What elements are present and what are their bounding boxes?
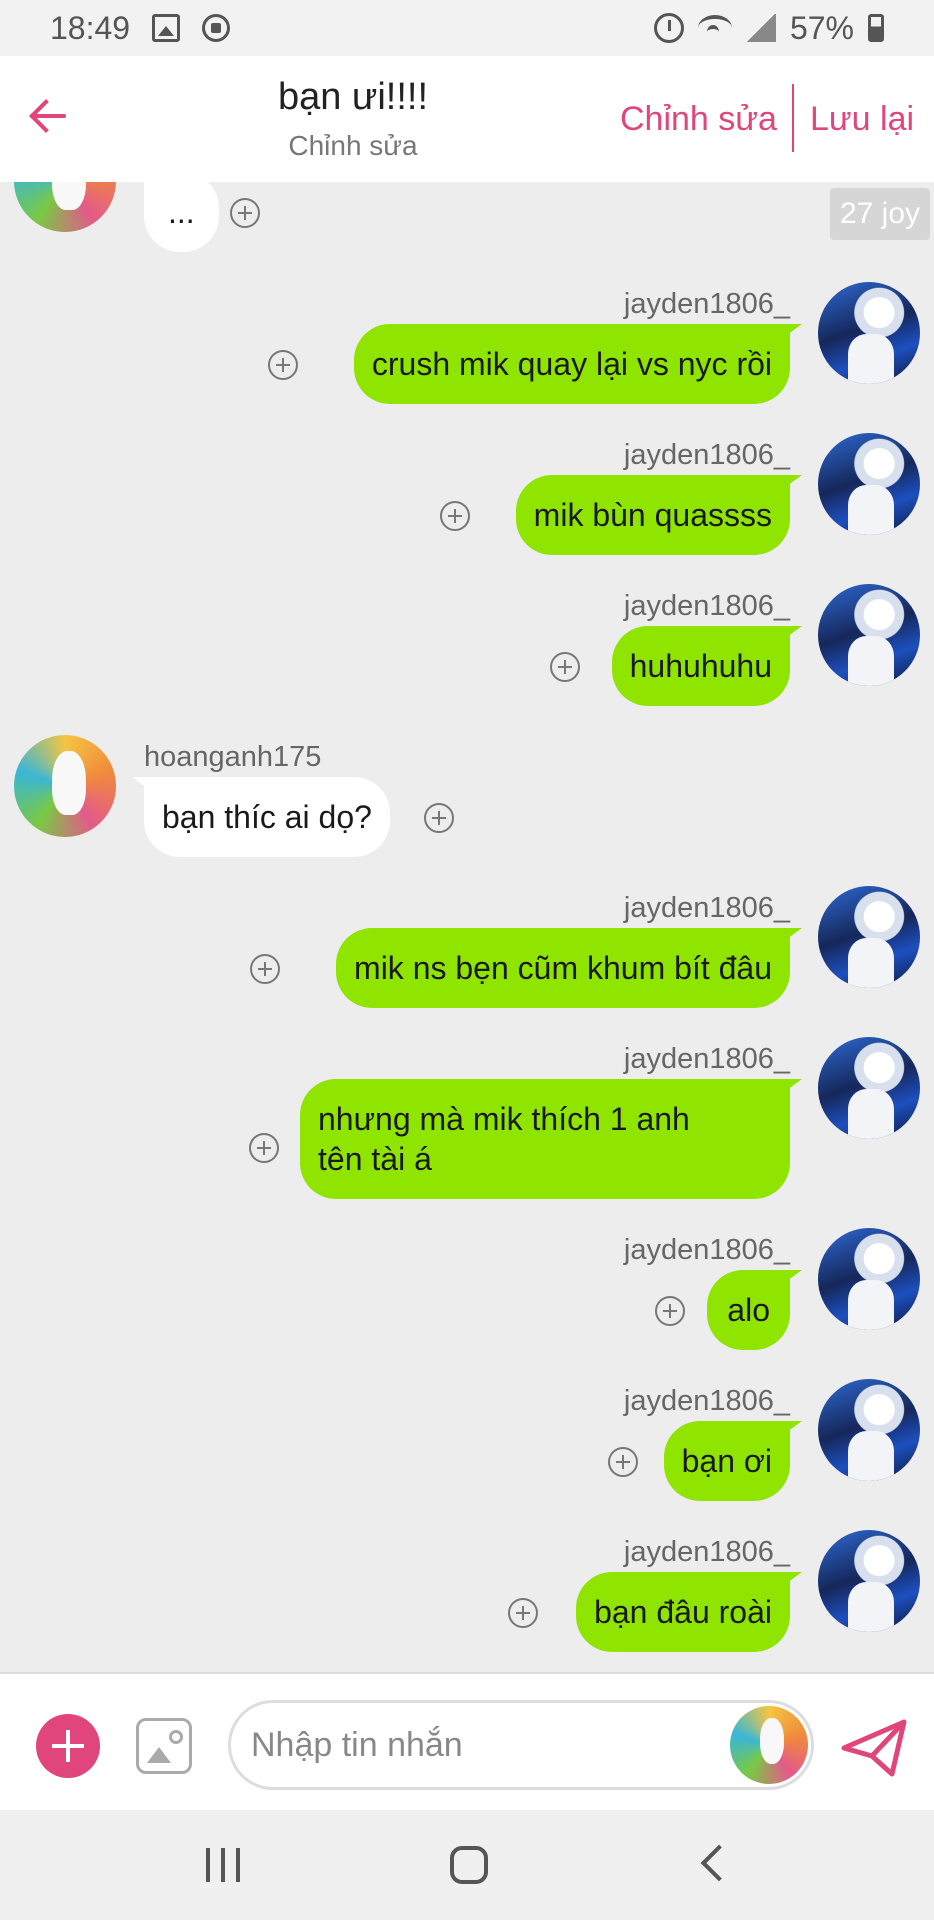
add-reaction-icon[interactable]	[424, 803, 454, 833]
message-input[interactable]	[228, 1700, 814, 1790]
add-reaction-icon[interactable]	[508, 1598, 538, 1628]
sender-name: jayden1806_	[623, 892, 790, 924]
input-bar	[0, 1672, 934, 1810]
sender-name: jayden1806_	[623, 1234, 790, 1266]
add-reaction-icon[interactable]	[655, 1296, 685, 1326]
sticker-avatar[interactable]	[730, 1706, 808, 1784]
message-bubble[interactable]: bạn đâu roài	[576, 1572, 802, 1652]
sender-name: jayden1806_	[623, 590, 790, 622]
message-bubble[interactable]: bạn ơi	[663, 1421, 803, 1501]
edit-button[interactable]: Chỉnh sửa	[620, 100, 777, 139]
alarm-icon	[653, 13, 684, 43]
battery-percent: 57%	[789, 9, 854, 46]
send-icon[interactable]	[840, 1718, 908, 1778]
add-reaction-icon[interactable]	[230, 198, 260, 228]
message-bubble[interactable]: nhưng mà mik thích 1 anh tên tài á	[300, 1079, 802, 1199]
message-bubble[interactable]: alo	[707, 1270, 802, 1350]
message-bubble[interactable]: bạn thíc ai dọ?	[132, 777, 390, 857]
status-time: 18:49	[50, 9, 131, 46]
image-icon[interactable]	[136, 1718, 192, 1774]
battery-icon	[868, 14, 884, 42]
avatar[interactable]	[818, 1228, 920, 1330]
message-bubble[interactable]: mik ns bẹn cũm khum bít đâu	[336, 928, 802, 1008]
avatar[interactable]	[14, 182, 116, 232]
add-reaction-icon[interactable]	[608, 1447, 638, 1477]
message-bubble[interactable]: crush mik quay lại vs nyc rồi	[353, 324, 803, 404]
avatar[interactable]	[818, 282, 920, 384]
back-icon[interactable]	[700, 1844, 738, 1882]
signal-icon	[745, 14, 776, 42]
avatar[interactable]	[818, 584, 920, 686]
sender-name: jayden1806_	[623, 1043, 790, 1075]
sender-name: jayden1806_	[623, 439, 790, 471]
add-reaction-icon[interactable]	[440, 501, 470, 531]
media-icon	[202, 14, 231, 42]
page-subtitle: Chỉnh sửa	[288, 130, 418, 161]
sender-name: jayden1806_	[623, 1385, 790, 1417]
save-button[interactable]: Lưu lại	[810, 100, 914, 139]
message-bubble[interactable]: huhuhuhu	[611, 626, 803, 706]
wifi-icon	[697, 15, 732, 41]
avatar[interactable]	[818, 1530, 920, 1632]
header-divider	[792, 84, 794, 152]
message-bubble[interactable]: mik bùn quassss	[515, 475, 803, 555]
avatar[interactable]	[818, 1379, 920, 1481]
avatar[interactable]	[818, 886, 920, 988]
gallery-icon	[152, 14, 181, 42]
avatar[interactable]	[818, 433, 920, 535]
sender-name: jayden1806_	[623, 288, 790, 320]
add-reaction-icon[interactable]	[249, 1133, 279, 1163]
recent-apps-icon[interactable]	[206, 1848, 240, 1882]
add-reaction-icon[interactable]	[268, 350, 298, 380]
status-left: 18:49	[50, 9, 231, 47]
home-icon[interactable]	[450, 1846, 488, 1884]
plus-icon[interactable]	[36, 1714, 100, 1778]
avatar[interactable]	[818, 1037, 920, 1139]
system-nav-bar	[0, 1810, 934, 1920]
add-reaction-icon[interactable]	[550, 652, 580, 682]
sender-name: hoanganh175	[144, 741, 322, 773]
add-reaction-icon[interactable]	[250, 954, 280, 984]
chat-area[interactable]: ... 27 joy jayden1806_ crush mik quay lạ…	[0, 182, 934, 1672]
status-right: 57%	[653, 9, 884, 47]
message-bubble[interactable]: ...	[132, 182, 219, 252]
page-title: bạn ưi!!!!	[277, 76, 429, 118]
chat-header: bạn ưi!!!! Chỉnh sửa Chỉnh sửa Lưu lại	[0, 56, 934, 182]
joy-badge: 27 joy	[830, 188, 930, 240]
sender-name: jayden1806_	[623, 1536, 790, 1568]
status-bar: 18:49 57%	[0, 0, 934, 56]
avatar[interactable]	[14, 735, 116, 837]
